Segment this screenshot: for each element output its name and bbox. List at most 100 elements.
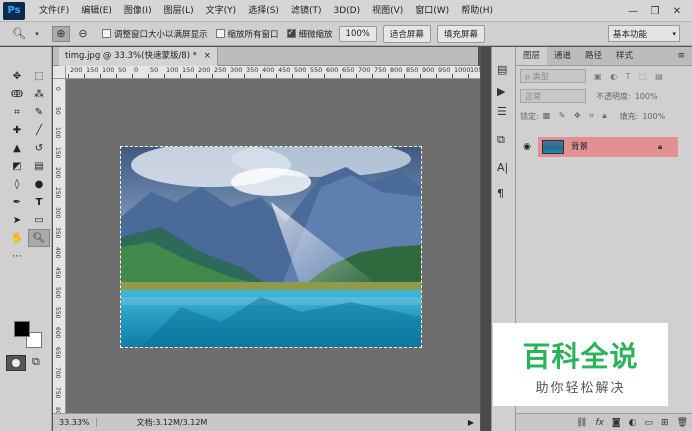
- menu-layer[interactable]: 图层(L): [158, 0, 200, 22]
- watermark-subtitle: 助你轻松解决: [535, 381, 626, 396]
- ruler-tick-label: 450: [54, 267, 61, 279]
- eraser-tool-icon[interactable]: ◩: [6, 157, 28, 175]
- new-layer-icon[interactable]: ⊞: [661, 418, 669, 428]
- menu-image[interactable]: 图像(I): [118, 0, 158, 22]
- eyedropper-tool-icon[interactable]: ✎: [28, 103, 50, 121]
- menu-type[interactable]: 文字(Y): [200, 0, 243, 22]
- ruler-tick: [84, 74, 85, 78]
- blur-tool-icon[interactable]: ◊: [6, 175, 28, 193]
- path-selection-tool-icon[interactable]: ➤: [6, 211, 28, 229]
- visibility-eye-icon[interactable]: ◉: [516, 142, 538, 152]
- ruler-tick-label: 550: [310, 66, 323, 74]
- character-panel-icon[interactable]: A|: [497, 161, 508, 174]
- lock-icons[interactable]: ▩ ✎ ✥ ⌗ 🔒︎: [543, 111, 610, 121]
- status-menu-icon[interactable]: ▶: [468, 418, 474, 427]
- close-button[interactable]: ✕: [666, 6, 688, 17]
- type-tool-icon[interactable]: T: [28, 193, 50, 211]
- fit-screen-button[interactable]: 适合屏幕: [382, 24, 431, 43]
- zoom-tool-preset-icon[interactable]: 🔍︎: [10, 26, 28, 42]
- opacity-value[interactable]: 100%: [635, 92, 658, 101]
- lock-label: 锁定:: [520, 111, 539, 121]
- properties-panel-icon[interactable]: ☰: [497, 105, 507, 118]
- move-tool-icon[interactable]: ✥: [6, 67, 28, 85]
- dodge-tool-icon[interactable]: ●: [28, 175, 50, 193]
- restore-button[interactable]: ❐: [644, 6, 666, 17]
- foreground-color-swatch[interactable]: [14, 321, 30, 337]
- menu-view[interactable]: 视图(V): [366, 0, 409, 22]
- clone-stamp-tool-icon[interactable]: ▲: [6, 139, 28, 157]
- marquee-tool-icon[interactable]: ⬚: [28, 67, 50, 85]
- paragraph-panel-icon[interactable]: ¶: [497, 187, 504, 200]
- more-tools-icon[interactable]: ⋯: [6, 247, 28, 265]
- add-mask-icon[interactable]: ◙: [612, 418, 621, 428]
- zoom-level[interactable]: 33.33%: [53, 418, 97, 427]
- actions-play-icon[interactable]: ▶: [497, 85, 505, 98]
- fill-value[interactable]: 100%: [642, 112, 665, 121]
- ruler-tick-label: 400: [54, 247, 61, 259]
- filter-icons[interactable]: ▣ ◐ T ⬚ ▤: [594, 72, 666, 81]
- canvas-image[interactable]: [120, 146, 422, 348]
- zoom-tool-icon[interactable]: 🔍︎: [28, 229, 50, 247]
- tab-styles[interactable]: 样式: [609, 47, 640, 65]
- menu-window[interactable]: 窗口(W): [409, 0, 455, 22]
- ruler-tick: [308, 74, 309, 78]
- resize-windows-checkbox[interactable]: 调整窗口大小以满屏显示: [102, 28, 208, 40]
- ruler-tick-label: 850: [406, 66, 419, 74]
- menu-help[interactable]: 帮助(H): [455, 0, 499, 22]
- clone-source-icon[interactable]: ⧉: [497, 133, 505, 147]
- menu-filter[interactable]: 滤镜(T): [285, 0, 328, 22]
- document-tab[interactable]: timg.jpg @ 33.3%(快速蒙版/8) * ×: [59, 47, 218, 66]
- screen-mode-icon[interactable]: ⧉: [32, 355, 40, 369]
- zoom-100-button[interactable]: 100%: [338, 25, 377, 42]
- menu-file[interactable]: 文件(F): [33, 0, 75, 22]
- panel-menu-icon[interactable]: ≡: [670, 47, 692, 65]
- menu-3d[interactable]: 3D(D): [327, 0, 366, 22]
- link-layers-icon[interactable]: ⛓: [576, 418, 587, 428]
- pen-tool-icon[interactable]: ✒: [6, 193, 28, 211]
- magic-wand-tool-icon[interactable]: ⁂: [28, 85, 50, 103]
- zoom-in-icon[interactable]: ⊕: [52, 25, 70, 42]
- tab-close-icon[interactable]: ×: [204, 51, 211, 61]
- quick-mask-button[interactable]: [6, 355, 26, 371]
- trash-icon[interactable]: 🗑: [677, 418, 688, 428]
- fill-screen-button[interactable]: 填充屏幕: [436, 24, 485, 43]
- ruler-tick: [452, 74, 453, 78]
- hand-tool-icon[interactable]: ✋: [6, 229, 28, 247]
- fx-icon[interactable]: fx: [595, 418, 604, 428]
- tab-channels[interactable]: 通道: [547, 47, 578, 65]
- chevron-down-icon[interactable]: ▾: [32, 26, 42, 42]
- vertical-ruler: 0 50 100 150 200 250 300 350 400 450 500 550 600 650 7…: [53, 79, 66, 413]
- canvas-area[interactable]: [66, 79, 480, 413]
- empty-slot: [28, 247, 50, 265]
- layer-row[interactable]: ◉ 背景 🔒︎: [516, 137, 692, 157]
- gradient-tool-icon[interactable]: ▤: [28, 157, 50, 175]
- shape-tool-icon[interactable]: ▭: [28, 211, 50, 229]
- kind-filter-select[interactable]: ρ 类型: [520, 69, 586, 83]
- scrubby-zoom-checkbox[interactable]: 细微缩放: [286, 28, 333, 40]
- ruler-tick-label: 200: [54, 167, 61, 179]
- ruler-tick-label: 900: [422, 66, 435, 74]
- tab-paths[interactable]: 路径: [578, 47, 609, 65]
- ruler-tick-label: 0: [54, 87, 61, 91]
- checkbox-icon: [215, 29, 225, 38]
- healing-brush-tool-icon[interactable]: ✚: [6, 121, 28, 139]
- minimize-button[interactable]: —: [622, 6, 644, 17]
- brush-tool-icon[interactable]: ╱: [28, 121, 50, 139]
- tab-layers[interactable]: 图层: [516, 47, 548, 65]
- ruler-tick: [372, 74, 373, 78]
- ruler-tick: [404, 74, 405, 78]
- workspace-select[interactable]: 基本功能 ▾: [608, 25, 680, 42]
- layer-name[interactable]: 背景: [571, 137, 588, 157]
- zoom-all-checkbox[interactable]: 缩放所有窗口: [215, 28, 279, 40]
- menu-select[interactable]: 选择(S): [242, 0, 285, 22]
- history-panel-icon[interactable]: ▤: [497, 63, 507, 76]
- blend-mode-select[interactable]: 正常: [520, 89, 586, 103]
- crop-tool-icon[interactable]: ⌗: [6, 103, 28, 121]
- menu-edit[interactable]: 编辑(E): [75, 0, 118, 22]
- adjustment-layer-icon[interactable]: ◐: [629, 418, 637, 428]
- zoom-out-icon[interactable]: ⊖: [74, 26, 92, 42]
- lasso-tool-icon[interactable]: ↂ: [6, 85, 28, 103]
- new-group-icon[interactable]: ▭: [645, 418, 654, 428]
- ruler-tick-label: 100: [102, 66, 115, 74]
- history-brush-tool-icon[interactable]: ↺: [28, 139, 50, 157]
